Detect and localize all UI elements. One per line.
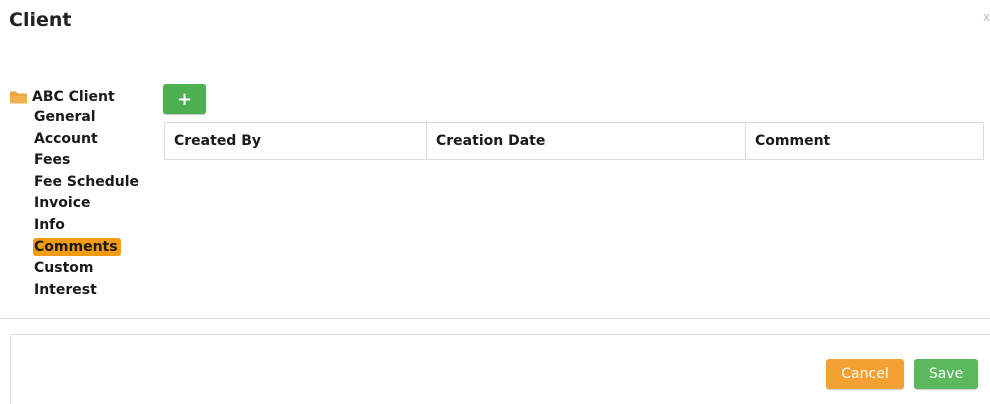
tree-item-invoice[interactable]: Invoice: [33, 193, 140, 215]
plus-icon: +: [176, 88, 193, 110]
comments-grid: Created By Creation Date Comment: [164, 122, 984, 160]
folder-icon: [10, 91, 27, 103]
tree-item-label: Interest: [34, 281, 97, 298]
tree-root[interactable]: ABC Client: [10, 87, 140, 107]
tree-item-account[interactable]: Account: [33, 129, 140, 151]
tree-item-label: Comments: [33, 237, 121, 256]
tree-item-general[interactable]: General: [33, 107, 140, 129]
column-header-creation-date[interactable]: Creation Date: [427, 123, 746, 159]
tree-item-comments[interactable]: Comments: [33, 237, 140, 259]
tree-item-fee-schedule[interactable]: Fee Schedule: [33, 172, 140, 194]
tree-item-label: Fees: [34, 152, 71, 169]
client-dialog: Client x ABC Client General Account Fees…: [0, 0, 990, 404]
column-header-comment[interactable]: Comment: [746, 123, 983, 159]
tree-root-label: ABC Client: [32, 89, 115, 105]
tree-item-label: Fee Schedule: [34, 173, 139, 190]
divider: [0, 318, 990, 319]
tree-item-label: Invoice: [34, 195, 91, 212]
dialog-title: Client: [9, 9, 72, 31]
close-icon[interactable]: x: [983, 10, 990, 24]
cancel-button[interactable]: Cancel: [826, 359, 904, 389]
tree-item-label: Account: [34, 130, 98, 147]
tree-item-interest[interactable]: Interest: [33, 280, 140, 302]
tree-item-label: General: [34, 109, 96, 125]
column-header-created-by[interactable]: Created By: [165, 123, 427, 159]
tree-items: General Account Fees Fee Schedule Invoic…: [33, 107, 140, 301]
tree-item-info[interactable]: Info: [33, 215, 140, 237]
client-tree: ABC Client General Account Fees Fee Sche…: [10, 87, 140, 301]
save-button[interactable]: Save: [914, 359, 978, 389]
tree-item-label: Info: [34, 216, 65, 233]
tree-item-label: Custom: [34, 260, 94, 277]
tree-item-fees[interactable]: Fees: [33, 150, 140, 172]
add-comment-button[interactable]: +: [163, 84, 206, 114]
tree-item-custom[interactable]: Custom: [33, 258, 140, 280]
